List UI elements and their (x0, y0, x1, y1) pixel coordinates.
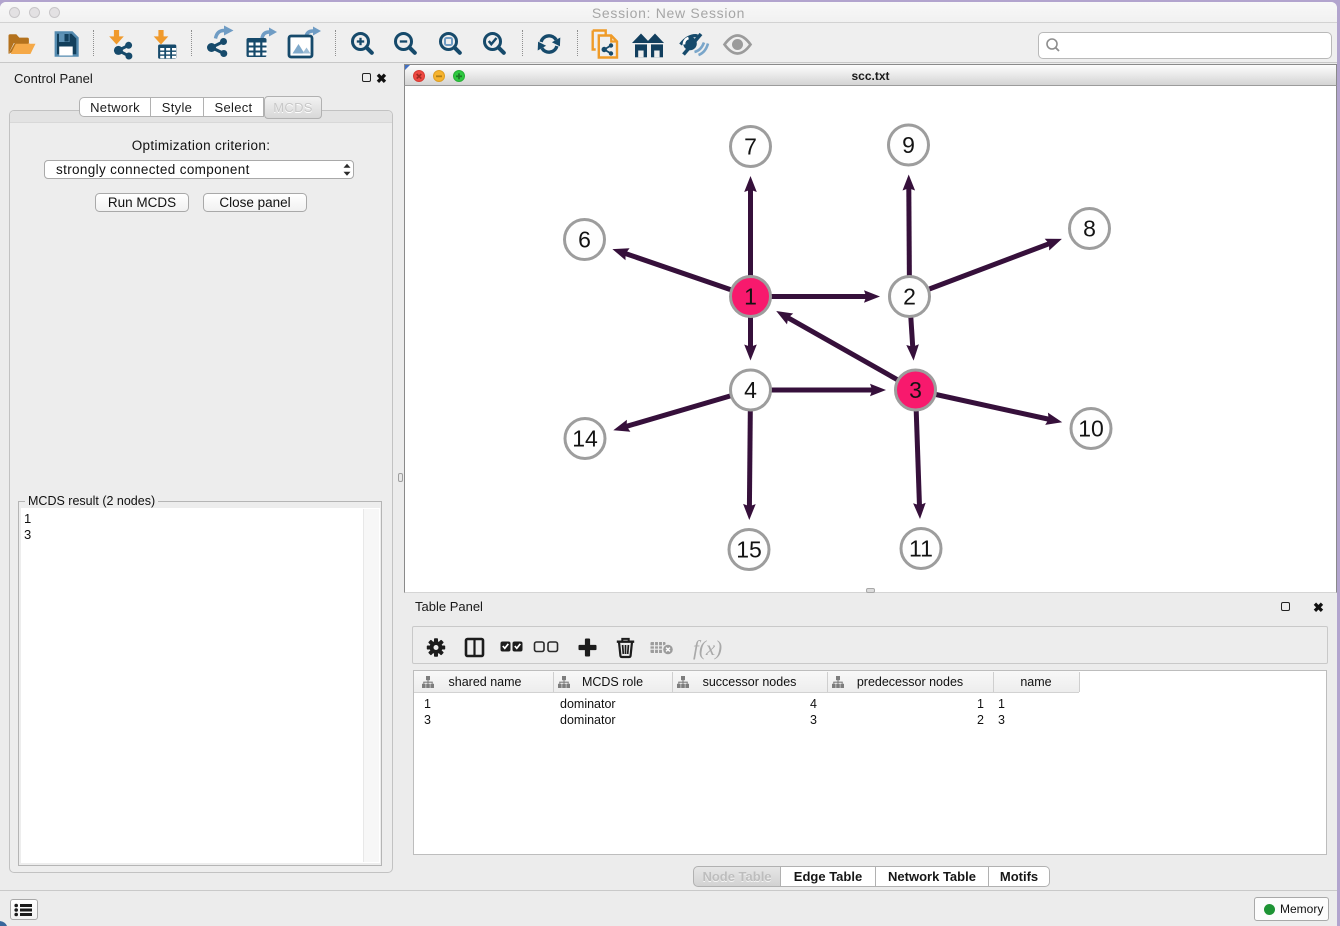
svg-text:3: 3 (909, 377, 922, 403)
svg-text:6: 6 (578, 227, 591, 253)
svg-text:10: 10 (1078, 416, 1104, 442)
svg-text:14: 14 (572, 426, 598, 452)
svg-text:11: 11 (909, 536, 933, 562)
svg-text:4: 4 (744, 377, 757, 403)
svg-text:1: 1 (744, 284, 757, 310)
svg-text:f(x): f(x) (693, 636, 722, 660)
svg-text:15: 15 (736, 537, 762, 563)
svg-text:2: 2 (903, 284, 916, 310)
svg-text:7: 7 (744, 134, 757, 160)
svg-text:8: 8 (1083, 216, 1096, 242)
svg-text:9: 9 (902, 132, 915, 158)
